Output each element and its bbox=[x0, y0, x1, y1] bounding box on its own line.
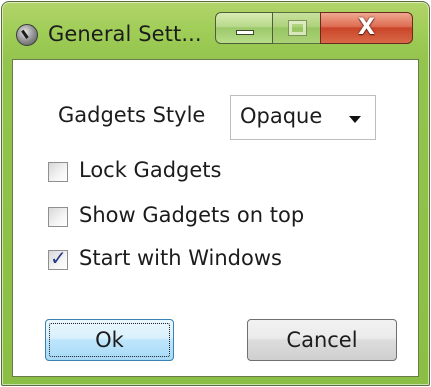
lock-gadgets-checkbox[interactable] bbox=[48, 162, 68, 182]
lock-gadgets-label: Lock Gadgets bbox=[79, 158, 222, 182]
ok-button[interactable]: Ok bbox=[45, 319, 174, 361]
maximize-icon bbox=[288, 20, 307, 36]
clock-hand bbox=[21, 29, 29, 39]
gadgets-style-dropdown[interactable]: Opaque bbox=[230, 95, 376, 140]
caption-buttons: X bbox=[215, 12, 421, 46]
show-on-top-label: Show Gadgets on top bbox=[79, 203, 305, 227]
minimize-button[interactable] bbox=[215, 12, 273, 44]
checkmark-icon: ✓ bbox=[50, 246, 67, 270]
close-button[interactable]: X bbox=[320, 12, 413, 44]
maximize-button[interactable] bbox=[272, 12, 321, 44]
gadgets-style-value: Opaque bbox=[240, 104, 323, 128]
dropdown-arrow-icon bbox=[349, 116, 361, 123]
cancel-button-label: Cancel bbox=[286, 328, 358, 352]
close-icon: X bbox=[358, 15, 375, 40]
start-with-windows-label: Start with Windows bbox=[79, 246, 282, 270]
cancel-button[interactable]: Cancel bbox=[247, 319, 397, 361]
gadgets-style-label: Gadgets Style bbox=[58, 103, 206, 127]
show-on-top-checkbox[interactable] bbox=[48, 207, 68, 227]
window-title: General Sett... bbox=[48, 22, 202, 46]
dialog-client-area: Gadgets Style Opaque Lock Gadgets Show G… bbox=[12, 59, 419, 377]
focus-rectangle bbox=[49, 323, 170, 357]
start-with-windows-checkbox[interactable]: ✓ bbox=[48, 246, 68, 270]
general-settings-window: General Sett... X Gadgets Style Opaque L… bbox=[1, 1, 430, 386]
minimize-icon bbox=[236, 30, 254, 35]
title-bar[interactable]: General Sett... X bbox=[2, 2, 429, 60]
clock-icon[interactable] bbox=[16, 24, 38, 46]
